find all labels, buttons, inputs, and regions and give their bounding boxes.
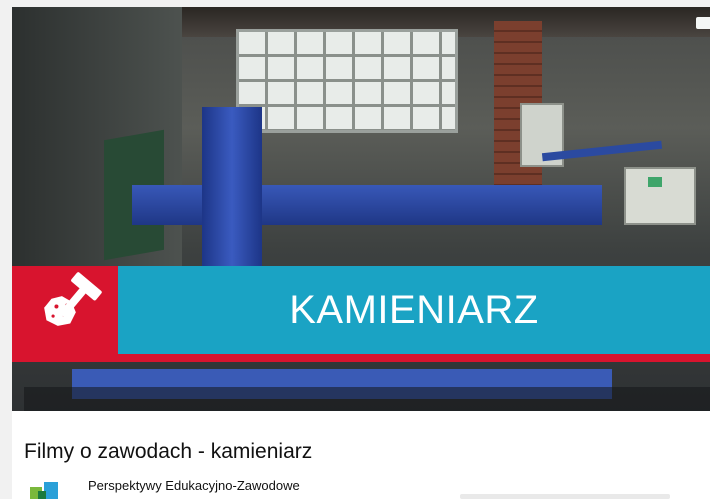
banner-title: KAMIENIARZ bbox=[289, 287, 539, 332]
workshop-window bbox=[236, 29, 458, 133]
video-title[interactable]: Filmy o zawodach - kamieniarz bbox=[24, 440, 312, 464]
control-panel-screen bbox=[648, 177, 662, 187]
hammer-stone-icon bbox=[24, 266, 118, 354]
control-panel bbox=[624, 167, 696, 225]
channel-logo-icon[interactable] bbox=[30, 482, 70, 499]
channel-name[interactable]: Perspektywy Edukacyjno-Zawodowe bbox=[88, 478, 300, 493]
subscribe-button[interactable] bbox=[460, 494, 670, 499]
stone-cutter-column bbox=[202, 107, 262, 277]
floor-shadow bbox=[24, 387, 710, 411]
ceiling-light bbox=[696, 17, 710, 29]
page: KAMIENIARZ Filmy o zawodach - kamieniarz… bbox=[0, 0, 710, 499]
